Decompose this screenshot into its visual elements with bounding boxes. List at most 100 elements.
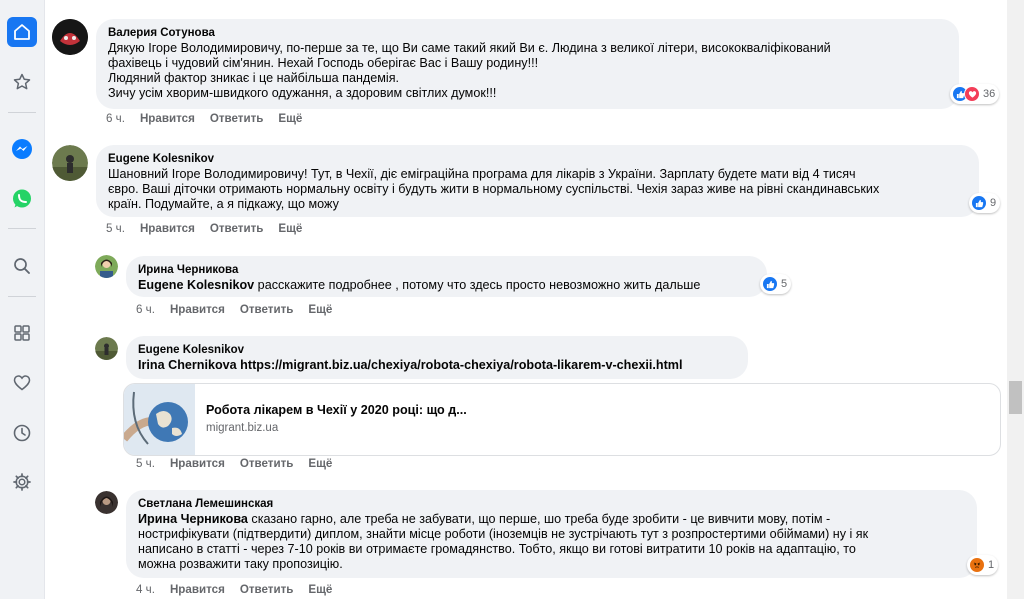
comment-time[interactable]: 4 ч. [136, 583, 155, 596]
reactions-summary[interactable]: 1 [967, 555, 999, 575]
like-button[interactable]: Нравится [140, 222, 195, 235]
messenger-button[interactable] [7, 134, 37, 164]
reaction-count: 36 [983, 88, 996, 100]
star-icon [13, 73, 31, 90]
mention-link[interactable]: Eugene Kolesnikov [138, 278, 254, 292]
comment-bubble: Eugene Kolesnikov Шановний Ігоре Володим… [96, 145, 979, 217]
angry-reaction-icon [969, 557, 985, 573]
comment-bubble: Светлана Лемешинская Ирина Черникова ска… [126, 490, 977, 578]
love-reaction-icon [964, 86, 980, 102]
more-button[interactable]: Ещё [278, 112, 302, 125]
avatar[interactable] [52, 145, 88, 181]
avatar[interactable] [95, 337, 118, 360]
home-button[interactable] [7, 17, 37, 47]
like-reaction-icon [762, 276, 778, 292]
comment-text-line: країн. Подумайте, а я підкажу, що можу [108, 197, 339, 211]
comment-time[interactable]: 5 ч. [106, 222, 125, 235]
comment-text-line: Шановний Ігоре Володимировичу! Тут, в Че… [108, 167, 856, 181]
comment-time[interactable]: 6 ч. [136, 303, 155, 316]
comment-bubble: Eugene Kolesnikov Irina Chernikova https… [126, 336, 748, 379]
more-button[interactable]: Ещё [308, 583, 332, 596]
reactions-summary[interactable]: 5 [760, 274, 792, 294]
search-button[interactable] [7, 251, 37, 281]
reactions-summary[interactable]: 9 [969, 193, 1001, 213]
comment-text-line: фахівець і чудовий сім'янин. Нехай Госпо… [108, 56, 539, 70]
comment-text-line: нострифікувати (підтвердити) диплом, зна… [138, 527, 869, 541]
comment-actions: 6 ч. Нравится Ответить Ещё [106, 112, 317, 125]
like-button[interactable]: Нравится [140, 112, 195, 125]
more-button[interactable]: Ещё [278, 222, 302, 235]
reply-button[interactable]: Ответить [240, 303, 294, 316]
comment-actions: 5 ч. Нравится Ответить Ещё [136, 457, 347, 470]
reactions-summary[interactable]: 36 [950, 84, 1000, 104]
comment-text-line: написано в статті - через 7-10 років ви … [138, 542, 856, 556]
reply-button[interactable]: Ответить [240, 583, 294, 596]
settings-button[interactable] [7, 467, 37, 497]
comment-text-body: сказано гарно, але треба не забувати, що… [247, 512, 831, 526]
comment-author[interactable]: Eugene Kolesnikov [138, 343, 736, 357]
link-preview-card[interactable]: Робота лікарем в Чехії у 2020 році: що д… [123, 383, 1001, 456]
more-button[interactable]: Ещё [308, 303, 332, 316]
reaction-count: 1 [988, 559, 995, 571]
link-preview-image [124, 384, 195, 455]
search-icon [14, 258, 30, 274]
favorites-button[interactable] [7, 67, 37, 97]
comment-author[interactable]: Светлана Лемешинская [138, 497, 965, 511]
link-preview-title: Робота лікарем в Чехії у 2020 році: що д… [206, 403, 467, 417]
avatar-image [95, 491, 118, 514]
scrollbar-thumb[interactable] [1009, 381, 1022, 414]
avatar[interactable] [95, 491, 118, 514]
comment-text-body: расскажите подробнее , потому что здесь … [254, 278, 701, 292]
heart-icon [13, 375, 31, 391]
home-icon [14, 24, 30, 40]
avatar[interactable] [52, 19, 88, 55]
comment-actions: 4 ч. Нравится Ответить Ещё [136, 583, 347, 596]
sidebar-divider [8, 112, 36, 113]
comment-author[interactable]: Ирина Черникова [138, 263, 755, 277]
history-button[interactable] [7, 418, 37, 448]
liked-button[interactable] [7, 368, 37, 398]
reaction-count: 5 [781, 278, 788, 290]
apps-icon [14, 325, 30, 341]
comment-text-line: євро. Ваші діточки отримають нормальну о… [108, 182, 880, 196]
mention-link[interactable]: Ирина Черникова [138, 512, 248, 526]
mention-link[interactable]: Irina Chernikova [138, 358, 237, 372]
comment-text: Irina Chernikova https://migrant.biz.ua/… [138, 358, 736, 373]
comment-text-line: Дякую Ігоре Володимировичу, по-перше за … [108, 41, 831, 55]
comment-author[interactable]: Валерия Сотунова [108, 26, 947, 40]
comment-bubble: Валерия Сотунова Дякую Ігоре Володимиров… [96, 19, 959, 109]
comment-text: Eugene Kolesnikov расскажите подробнее ,… [138, 278, 755, 293]
scrollbar[interactable] [1007, 0, 1024, 599]
settings-icon [13, 473, 31, 491]
clock-icon [13, 424, 31, 442]
sidebar [0, 0, 45, 599]
reply-button[interactable]: Ответить [210, 112, 264, 125]
comment-author[interactable]: Eugene Kolesnikov [108, 152, 967, 166]
comment-actions: 5 ч. Нравится Ответить Ещё [106, 222, 317, 235]
comment-text-line: Ирина Черникова сказано гарно, але треба… [138, 512, 965, 527]
comment-time[interactable]: 5 ч. [136, 457, 155, 470]
link-preview-domain: migrant.biz.ua [206, 422, 279, 434]
comment-time[interactable]: 6 ч. [106, 112, 125, 125]
messenger-icon [12, 139, 32, 159]
avatar-image [52, 19, 88, 55]
avatar-image [95, 337, 118, 360]
whatsapp-icon [13, 189, 31, 208]
whatsapp-button[interactable] [7, 184, 37, 214]
sidebar-divider [8, 296, 36, 297]
like-button[interactable]: Нравится [170, 303, 225, 316]
comment-actions: 6 ч. Нравится Ответить Ещё [136, 303, 347, 316]
reaction-count: 9 [990, 197, 997, 209]
avatar-image [52, 145, 88, 181]
like-button[interactable]: Нравится [170, 457, 225, 470]
reply-button[interactable]: Ответить [210, 222, 264, 235]
comment-text-line: можна розважити таку пропозицію. [138, 557, 343, 571]
like-button[interactable]: Нравится [170, 583, 225, 596]
like-reaction-icon [971, 195, 987, 211]
more-button[interactable]: Ещё [308, 457, 332, 470]
avatar[interactable] [95, 255, 118, 278]
apps-button[interactable] [7, 318, 37, 348]
reply-button[interactable]: Ответить [240, 457, 294, 470]
url-link[interactable]: https://migrant.biz.ua/chexiya/robota-ch… [237, 358, 682, 372]
comment-text-line: Зичу усім хворим-швидкого одужання, а зд… [108, 86, 497, 100]
